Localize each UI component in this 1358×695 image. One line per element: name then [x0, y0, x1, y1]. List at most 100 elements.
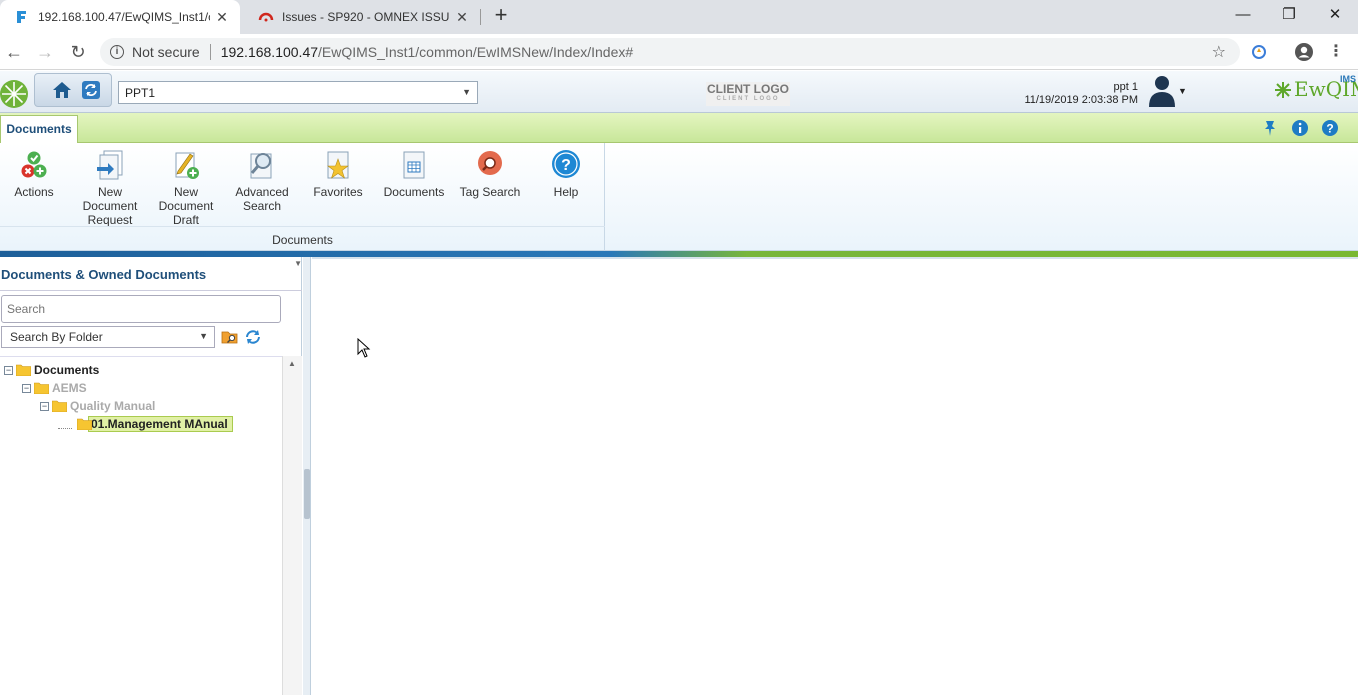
new-document-request-button[interactable]: New Document Request: [74, 149, 146, 227]
browser-tab-active[interactable]: 192.168.100.47/EwQIMS_Inst1/co ✕: [0, 0, 240, 34]
brand-suffix: IMS: [1340, 74, 1357, 84]
home-icon[interactable]: [51, 79, 73, 101]
folder-search-icon[interactable]: [221, 329, 239, 345]
actions-icon: [21, 151, 47, 178]
minimize-icon[interactable]: —: [1220, 0, 1266, 30]
reload-icon[interactable]: ↻: [66, 40, 90, 64]
user-avatar-icon[interactable]: [1147, 73, 1177, 109]
document-tree: − Documents − AEMS − Quality Manual 01.M…: [0, 356, 282, 695]
search-by-select[interactable]: Search By Folder ▼: [1, 326, 215, 348]
site-info-icon[interactable]: i: [110, 45, 124, 59]
browser-tab-title: Issues - SP920 - OMNEX ISSUE TI: [282, 10, 450, 24]
jira-favicon-icon: [258, 12, 274, 22]
ribbon: Actions New Document Request New Documen…: [0, 143, 1358, 251]
profile-icon[interactable]: [1294, 42, 1314, 62]
restore-icon[interactable]: ❐: [1266, 0, 1312, 30]
url-field[interactable]: i Not secure 192.168.100.47 /EwQIMS_Inst…: [100, 38, 1240, 66]
client-logo-subtext: CLIENT LOGO: [716, 96, 780, 102]
url-host: 192.168.100.47: [220, 44, 319, 60]
tree-node-quality-manual[interactable]: − Quality Manual: [40, 397, 155, 415]
forward-icon[interactable]: →: [33, 40, 57, 64]
folder-icon: [16, 364, 31, 376]
advanced-search-button[interactable]: Advanced Search: [226, 149, 298, 213]
browser-menu-icon[interactable]: ⋮: [1328, 41, 1344, 61]
ewqims-favicon-icon: [17, 11, 26, 23]
client-logo: CLIENT LOGO CLIENT LOGO: [706, 82, 790, 106]
mouse-cursor-icon: [357, 338, 371, 358]
scroll-up-icon[interactable]: ▲: [288, 359, 296, 368]
folder-icon: [34, 382, 49, 394]
help-button[interactable]: ? Help: [530, 149, 602, 199]
new-tab-icon[interactable]: +: [489, 4, 513, 28]
site-select-value: PPT1: [125, 86, 156, 100]
user-info: ppt 1 11/19/2019 2:03:38 PM: [1024, 81, 1138, 107]
actions-button[interactable]: Actions: [0, 149, 70, 199]
pin-icon[interactable]: [1260, 118, 1280, 138]
tree-node-label: Documents: [34, 363, 100, 377]
collapse-node-icon[interactable]: −: [22, 383, 31, 393]
tag-search-icon: [478, 151, 502, 175]
ribbon-group-divider: [0, 226, 605, 227]
favorites-icon: [327, 151, 349, 179]
tree-node-label: 01.Management MAnual: [88, 416, 233, 432]
ribbon-tab-bar: Documents ?: [0, 113, 1358, 143]
tree-node-management-manual[interactable]: 01.Management MAnual: [58, 415, 233, 433]
new-document-draft-button[interactable]: New Document Draft: [150, 149, 222, 227]
tag-search-label: Tag Search: [459, 185, 521, 199]
favorites-button[interactable]: Favorites: [302, 149, 374, 199]
search-input[interactable]: [1, 295, 281, 323]
brand-star-icon: [1275, 82, 1291, 98]
favorites-label: Favorites: [313, 185, 363, 199]
site-select[interactable]: PPT1 ▼: [118, 81, 478, 104]
collapse-node-icon[interactable]: −: [40, 401, 49, 411]
tree-node-label: Quality Manual: [70, 399, 156, 413]
client-logo-text: CLIENT LOGO: [707, 82, 789, 96]
tree-node-documents[interactable]: − Documents: [4, 361, 99, 379]
documents-label: Documents: [383, 185, 445, 199]
info-icon[interactable]: [1290, 118, 1310, 138]
folder-icon: [77, 418, 92, 430]
close-tab-icon[interactable]: ✕: [214, 9, 230, 26]
ribbon-group-documents: Actions New Document Request New Documen…: [0, 143, 605, 251]
url-divider: [209, 44, 211, 60]
ribbon-group-label: Documents: [272, 233, 333, 247]
close-tab-icon[interactable]: ✕: [454, 9, 470, 26]
user-name: ppt 1: [1113, 81, 1138, 93]
tree-node-aems[interactable]: − AEMS: [22, 379, 87, 397]
back-icon[interactable]: ←: [2, 40, 26, 64]
browser-address-bar: ← → ↻ i Not secure 192.168.100.47 /EwQIM…: [0, 34, 1358, 70]
documents-button[interactable]: Documents: [378, 149, 450, 199]
panel-splitter[interactable]: [303, 257, 311, 695]
app-logo-icon[interactable]: [0, 74, 32, 110]
header-button-group: [34, 73, 112, 107]
splitter-grip[interactable]: [304, 469, 310, 519]
new-document-request-label: New Document Request: [82, 185, 138, 227]
browser-tab-title: 192.168.100.47/EwQIMS_Inst1/co: [38, 10, 210, 24]
help-icon: ?: [552, 150, 580, 178]
bookmark-star-icon[interactable]: ☆: [1212, 42, 1226, 62]
panel-title: Documents & Owned Documents ▼: [0, 257, 302, 291]
extension-icon[interactable]: [1250, 43, 1268, 61]
tree-node-label: AEMS: [52, 381, 87, 395]
tag-search-button[interactable]: Tag Search: [454, 149, 526, 199]
documents-icon: [403, 151, 425, 179]
security-label: Not secure: [132, 44, 200, 60]
help-question-icon[interactable]: ?: [1320, 118, 1340, 138]
panel-title-text: Documents & Owned Documents: [1, 267, 207, 282]
svg-text:?: ?: [1326, 122, 1333, 136]
actions-label: Actions: [14, 185, 54, 199]
tree-connector: [58, 420, 72, 429]
tree-scrollbar[interactable]: ▲: [282, 356, 302, 695]
close-window-icon[interactable]: ✕: [1312, 0, 1358, 30]
search-by-value: Search By Folder: [10, 330, 103, 344]
tab-documents[interactable]: Documents: [0, 115, 78, 143]
main-content-pane: [312, 257, 1358, 695]
refresh-tree-icon[interactable]: [244, 329, 262, 345]
collapse-node-icon[interactable]: −: [4, 365, 13, 375]
user-menu-caret-icon[interactable]: ▼: [1178, 86, 1187, 96]
collapse-panel-icon[interactable]: ▼: [294, 259, 302, 268]
tab-divider: [480, 9, 481, 25]
browser-tab-bar: 192.168.100.47/EwQIMS_Inst1/co ✕ Issues …: [0, 0, 1358, 34]
refresh-icon[interactable]: [81, 80, 101, 100]
browser-tab-inactive[interactable]: Issues - SP920 - OMNEX ISSUE TI ✕: [244, 0, 480, 34]
